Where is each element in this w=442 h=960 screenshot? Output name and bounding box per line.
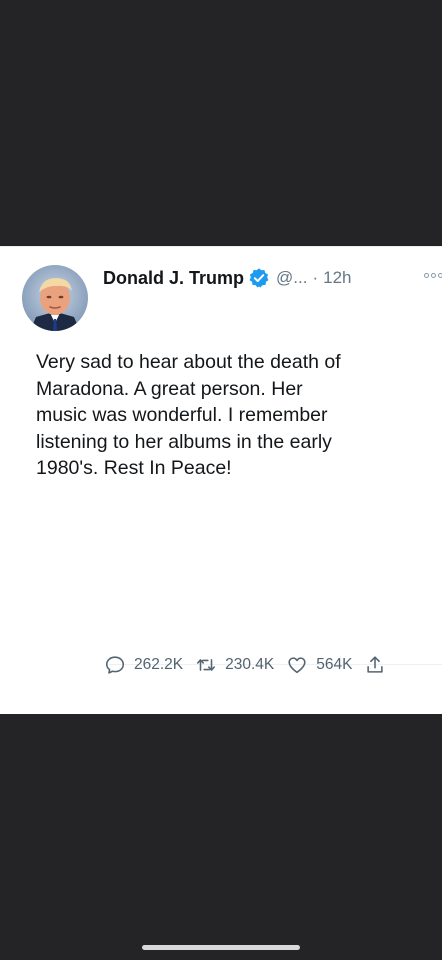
share-upload-icon	[367, 656, 384, 673]
reply-button[interactable]: 262.2K	[104, 654, 183, 676]
verified-check-icon	[248, 267, 270, 289]
like-count: 564K	[316, 656, 353, 673]
retweet-button[interactable]: 230.4K	[195, 654, 274, 676]
like-button[interactable]: 564K	[286, 654, 352, 676]
author-name[interactable]: Donald J. Trump	[103, 268, 244, 289]
tweet-text: Very sad to hear about the death of Mara…	[36, 351, 341, 479]
tweet-actions: 262.2K 230.4K 564K	[104, 653, 386, 677]
reply-count: 262.2K	[134, 656, 184, 673]
home-indicator[interactable]	[142, 945, 300, 950]
more-dots-icon[interactable]	[424, 273, 442, 278]
heart-icon	[288, 657, 306, 674]
retweet-arrows-icon	[197, 659, 216, 671]
avatar[interactable]	[22, 265, 88, 331]
retweet-count: 230.4K	[225, 656, 275, 673]
tweet-card[interactable]: Donald J. Trump @... · 12h Very sad to h…	[0, 246, 442, 714]
tweet-header: Donald J. Trump @... · 12h	[103, 266, 352, 290]
avatar-image	[22, 265, 88, 331]
speech-bubble-icon	[105, 656, 125, 674]
meta-separator: ·	[312, 268, 319, 287]
share-button[interactable]	[364, 654, 386, 676]
author-handle[interactable]: @...	[276, 268, 307, 288]
tweet-timestamp[interactable]: 12h	[323, 268, 351, 288]
